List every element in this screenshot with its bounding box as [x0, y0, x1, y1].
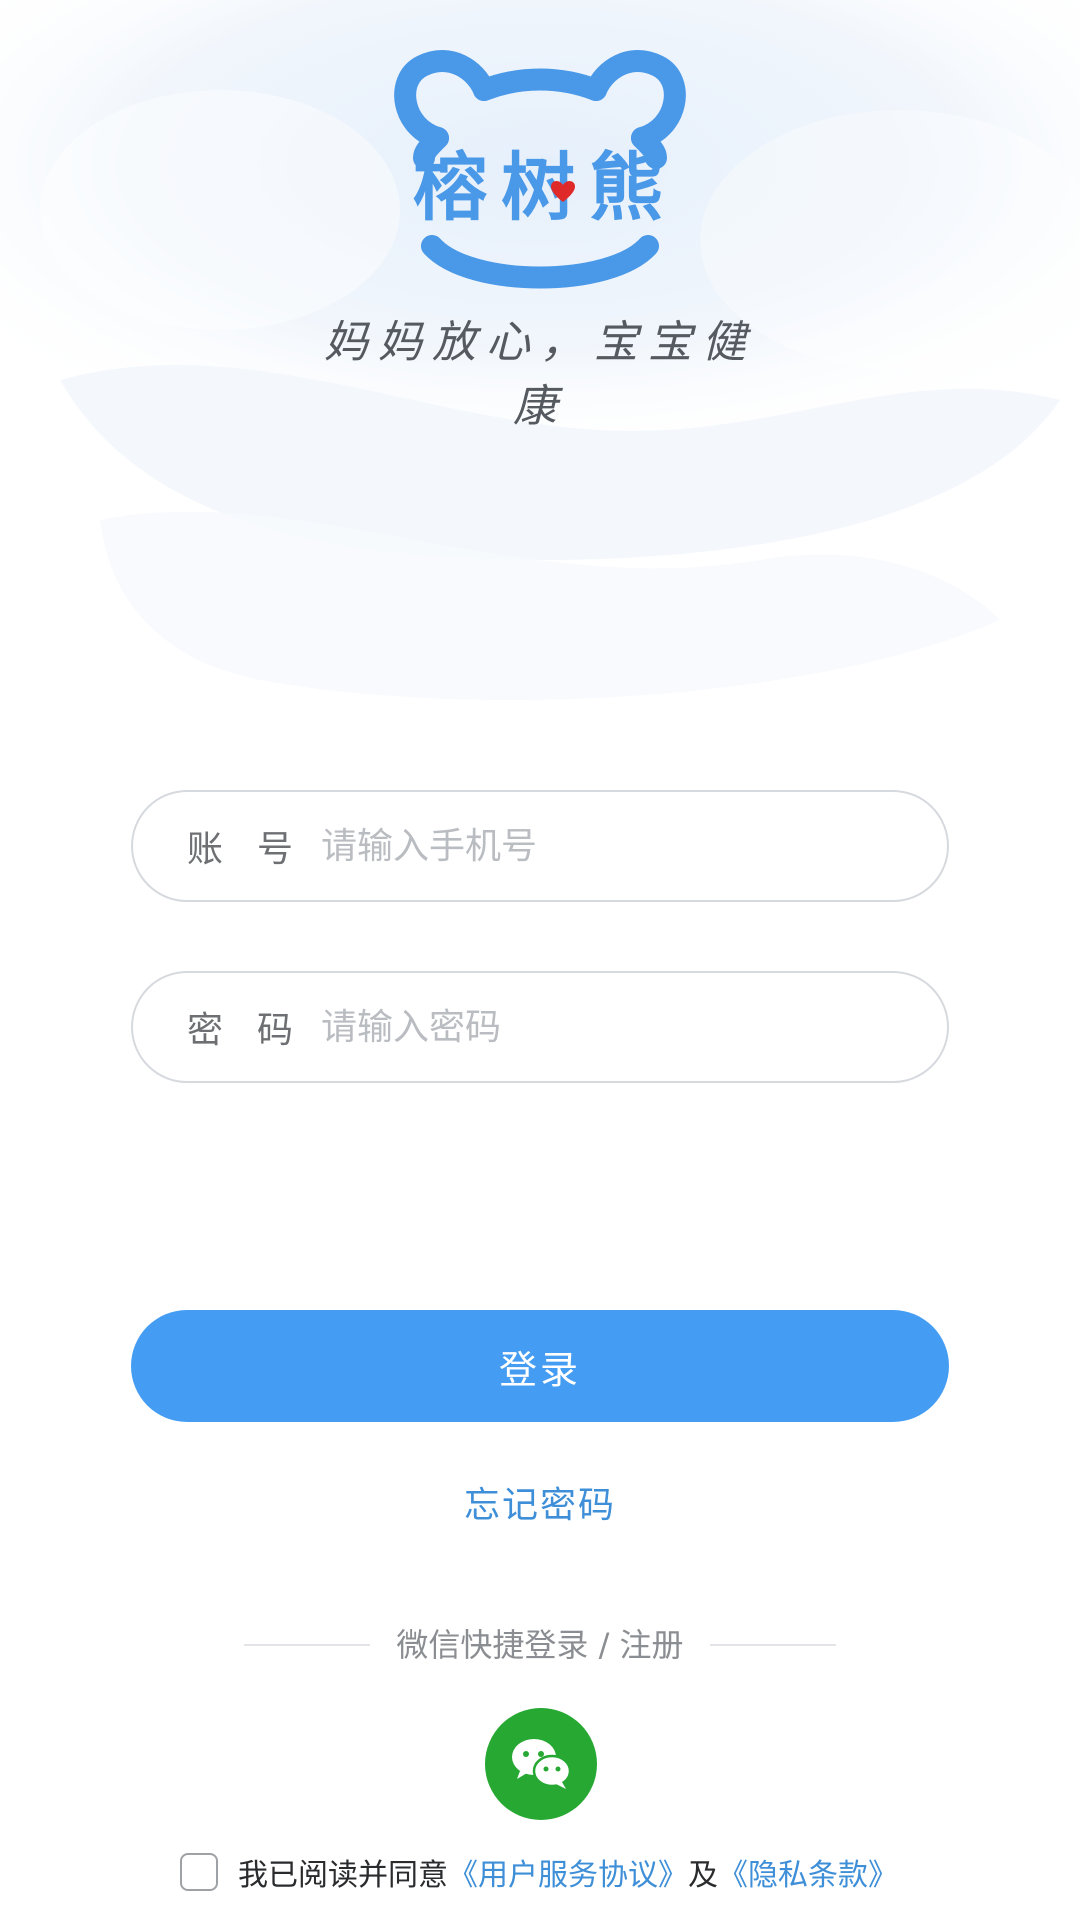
account-field[interactable]: 账号 [131, 790, 949, 902]
account-label: 账号 [187, 829, 328, 870]
account-input[interactable] [319, 824, 883, 868]
login-page: 榕树熊 妈妈放心，宝宝健康 账号 密码 登录 忘记密码 微信快捷登录 / 注册 [0, 0, 1080, 1920]
wechat-login-button[interactable] [485, 1708, 597, 1820]
brand-slogan: 妈妈放心，宝宝健康 [324, 317, 756, 432]
heart-icon [551, 181, 575, 202]
terms-of-service-link[interactable]: 《用户服务协议》 [448, 1850, 688, 1894]
forgot-password-link[interactable]: 忘记密码 [340, 1476, 740, 1528]
agreement-row: 我已阅读并同意 《用户服务协议》 及 《隐私条款》 [180, 1850, 898, 1894]
wechat-icon [512, 1739, 572, 1789]
divider-line-right [710, 1644, 836, 1646]
divider-line-left [244, 1644, 370, 1646]
password-label: 密码 [187, 1010, 328, 1051]
agreement-prefix: 我已阅读并同意 [238, 1858, 448, 1893]
privacy-policy-link[interactable]: 《隐私条款》 [718, 1850, 898, 1894]
login-button[interactable]: 登录 [131, 1310, 949, 1422]
password-input[interactable] [319, 1005, 883, 1049]
brand-logo-text: 榕树熊 [413, 145, 677, 231]
agreement-connector: 及 [688, 1858, 718, 1893]
agreement-checkbox[interactable] [180, 1853, 218, 1891]
wechat-login-divider: 微信快捷登录 / 注册 [396, 1626, 684, 1664]
password-field[interactable]: 密码 [131, 971, 949, 1083]
